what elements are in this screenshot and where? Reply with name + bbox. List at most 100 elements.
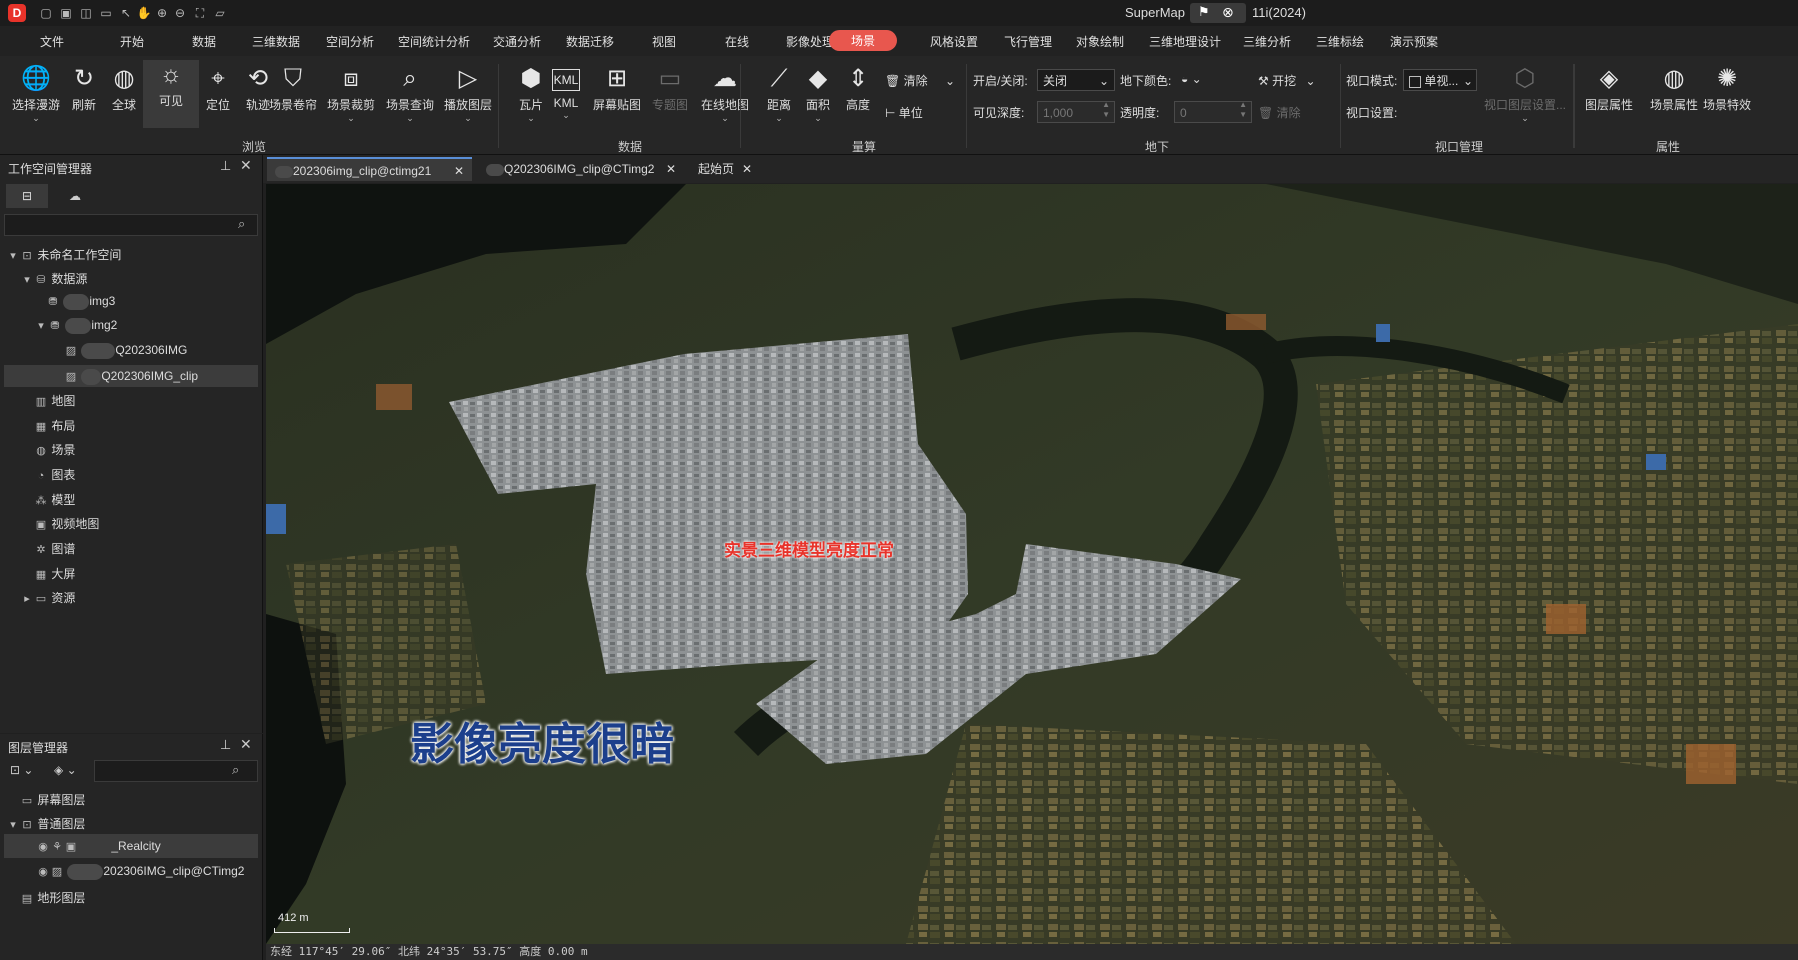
data-button-1[interactable]: KML KML ⌄ <box>538 64 594 120</box>
measure-clear-button[interactable]: 🗑 清除 ⌄ <box>885 72 955 89</box>
zoom-out-icon[interactable]: ⊖ <box>172 5 188 21</box>
search-icon[interactable]: ⌕ <box>232 762 239 778</box>
browse-button-7[interactable]: ⧈ 场景裁剪 ⌄ <box>323 64 379 123</box>
close-icon[interactable]: ✕ <box>240 157 252 174</box>
measure-unit-button[interactable]: ⊢ 单位 <box>885 104 923 121</box>
browse-button-6[interactable]: ⛉ 场景卷帘 <box>265 64 321 113</box>
underground-clear-button[interactable]: 🗑 清除 <box>1258 104 1301 121</box>
expand-icon: ▾ <box>10 819 16 831</box>
tree-item-maps[interactable]: ▥ 地图 <box>34 392 76 409</box>
tree-item-video-maps[interactable]: ▣ 视频地图 <box>34 515 100 532</box>
tree-item-charts[interactable]: ◔ 图表 <box>34 466 76 483</box>
menu-item-6[interactable]: 交通分析 <box>493 33 541 50</box>
properties-button-2[interactable]: ✺ 场景特效 <box>1699 64 1755 113</box>
tab-start-page[interactable]: 起始页 ✕ <box>690 157 758 181</box>
menu-item-10[interactable]: 影像处理 <box>786 33 834 50</box>
visible-depth-spinner[interactable]: 1,000 ▲ ▼ <box>1037 100 1115 123</box>
layer-group-screen[interactable]: ▭ 屏幕图层 <box>20 791 86 808</box>
data-button-2[interactable]: ⊞ 屏幕贴图 <box>589 64 645 113</box>
menu-item-15[interactable]: 三维地理设计 <box>1149 33 1221 50</box>
underground-color-label: 地下颜色: <box>1120 74 1172 88</box>
measure-button-2[interactable]: ⇕ 高度 <box>830 64 886 113</box>
workspace-search-input[interactable] <box>4 214 258 236</box>
close-icon[interactable]: ✕ <box>742 157 752 181</box>
open-folder-icon[interactable]: ▱ <box>212 5 228 21</box>
menu-item-11[interactable]: 场景 <box>829 30 898 51</box>
visibility-eye-icon[interactable]: ◉ <box>36 865 50 878</box>
transparency-spinner[interactable]: 0 ▲ ▼ <box>1174 100 1252 123</box>
data-button-4[interactable]: ☁ 在线地图 ⌄ <box>697 64 753 123</box>
properties-button-1[interactable]: ◍ 场景属性 <box>1646 64 1702 113</box>
viewport-layer-settings-button[interactable]: ⬡ 视口图层设置... ⌄ <box>1483 64 1567 123</box>
new-file-icon[interactable]: ▢ <box>38 5 54 21</box>
chevron-down-icon: ⌄ <box>23 763 34 777</box>
save-icon[interactable]: ▣ <box>58 5 74 21</box>
tree-item-graphs[interactable]: ✲ 图谱 <box>34 540 75 557</box>
zoom-in-icon[interactable]: ⊕ <box>154 5 170 21</box>
data-button-3[interactable]: ▭ 专题图 <box>642 64 698 113</box>
menu-item-13[interactable]: 飞行管理 <box>1004 33 1052 50</box>
pan-hand-icon[interactable]: ✋ <box>136 5 152 21</box>
graph-icon: ✲ <box>36 544 46 556</box>
pointer-icon[interactable]: ↖ <box>118 5 134 21</box>
scene-viewport[interactable]: 实景三维模型亮度正常 影像亮度很暗 412 m <box>266 184 1798 944</box>
color-picker-button[interactable]: ◒ ⌄ <box>1181 72 1202 86</box>
scale-bar-label: 412 m <box>278 912 309 924</box>
pin-icon[interactable]: ⊥ <box>220 158 231 174</box>
menu-item-18[interactable]: 演示预案 <box>1390 33 1438 50</box>
menu-item-16[interactable]: 三维分析 <box>1243 33 1291 50</box>
layer-item-realcity[interactable]: ◉ ⚘ ▣ _Realcity <box>4 834 258 858</box>
browse-button-9[interactable]: ▷ 播放图层 ⌄ <box>440 64 496 123</box>
menu-item-2[interactable]: 数据 <box>192 33 216 50</box>
visibility-eye-icon[interactable]: ◉ <box>36 835 50 859</box>
close-circle-icon[interactable]: ⊗ <box>1222 4 1234 21</box>
layer-group-normal[interactable]: ▾ ⊡ 普通图层 <box>6 815 85 832</box>
close-icon[interactable]: ✕ <box>240 736 252 753</box>
close-icon[interactable]: ✕ <box>454 159 464 183</box>
viewport-mode-select[interactable]: 单视... ⌄ <box>1403 69 1477 91</box>
menu-item-14[interactable]: 对象绘制 <box>1076 33 1124 50</box>
search-icon[interactable]: ⌕ <box>238 216 245 232</box>
tree-item-workspace[interactable]: ▾ ⊡ 未命名工作空间 <box>6 246 121 263</box>
tree-item-datasource-img3[interactable]: ⛃ img3 <box>46 294 115 310</box>
menu-item-1[interactable]: 开始 <box>120 33 144 50</box>
underground-toggle-select[interactable]: 关闭 ⌄ <box>1037 69 1115 91</box>
save-as-icon[interactable]: ◫ <box>78 5 94 21</box>
menu-item-12[interactable]: 风格设置 <box>930 33 978 50</box>
add-layer-button[interactable]: ⊡ ⌄ <box>10 763 33 777</box>
tree-item-resources[interactable]: ▸ ▭ 资源 <box>20 589 75 606</box>
menu-item-8[interactable]: 视图 <box>652 33 676 50</box>
browse-button-8[interactable]: ⌕ 场景查询 ⌄ <box>382 64 438 123</box>
tree-item-dataset-img[interactable]: ▨ Q202306IMG <box>64 343 187 359</box>
layer-item-img-clip[interactable]: ◉ ▨ 202306IMG_clip@CTimg2 <box>36 864 244 880</box>
tree-item-layouts[interactable]: ▦ 布局 <box>34 417 76 434</box>
tree-item-scenes[interactable]: ◍ 场景 <box>34 441 75 458</box>
close-icon[interactable]: ✕ <box>666 157 676 181</box>
menu-item-7[interactable]: 数据迁移 <box>566 33 614 50</box>
tab-scene-2[interactable]: Q202306IMG_clip@CTimg2 ✕ <box>478 157 682 181</box>
tree-item-datasource-img2[interactable]: ▾ ⛃ img2 <box>34 318 117 334</box>
chevron-down-icon: ⌄ <box>1521 113 1529 123</box>
selectable-icon[interactable]: ⚘ <box>50 835 64 859</box>
tab-scene-1[interactable]: 202306img_clip@ctimg21 ✕ <box>267 157 472 181</box>
layer-group-terrain[interactable]: ▤ 地形图层 <box>20 889 86 906</box>
workspace-tab-tree[interactable]: ⊟ <box>6 184 48 208</box>
menu-item-4[interactable]: 空间分析 <box>326 33 374 50</box>
workspace-tab-cloud[interactable]: ☁ <box>54 184 96 208</box>
undo-icon[interactable]: ▭ <box>98 5 114 21</box>
tree-item-datasources[interactable]: ▾ ⛁ 数据源 <box>20 270 87 287</box>
menu-item-3[interactable]: 三维数据 <box>252 33 300 50</box>
layer-style-button[interactable]: ◈ ⌄ <box>54 763 77 777</box>
excavate-button[interactable]: ⚒ 开挖 ⌄ <box>1258 72 1316 89</box>
full-extent-icon[interactable]: ⛶ <box>192 5 208 21</box>
properties-button-0[interactable]: ◈ 图层属性 <box>1581 64 1637 113</box>
pin-icon[interactable]: ⊥ <box>220 737 231 753</box>
tree-item-models[interactable]: ⁂ 模型 <box>34 491 76 508</box>
menu-item-0[interactable]: 文件 <box>40 33 64 50</box>
tree-item-dataset-img-clip[interactable]: ▨ Q202306IMG_clip <box>4 365 258 387</box>
app-logo-icon[interactable]: D <box>8 4 26 22</box>
menu-item-5[interactable]: 空间统计分析 <box>398 33 470 50</box>
menu-item-9[interactable]: 在线 <box>725 33 749 50</box>
tree-item-big-screen[interactable]: ▦ 大屏 <box>34 565 76 582</box>
menu-item-17[interactable]: 三维标绘 <box>1316 33 1364 50</box>
